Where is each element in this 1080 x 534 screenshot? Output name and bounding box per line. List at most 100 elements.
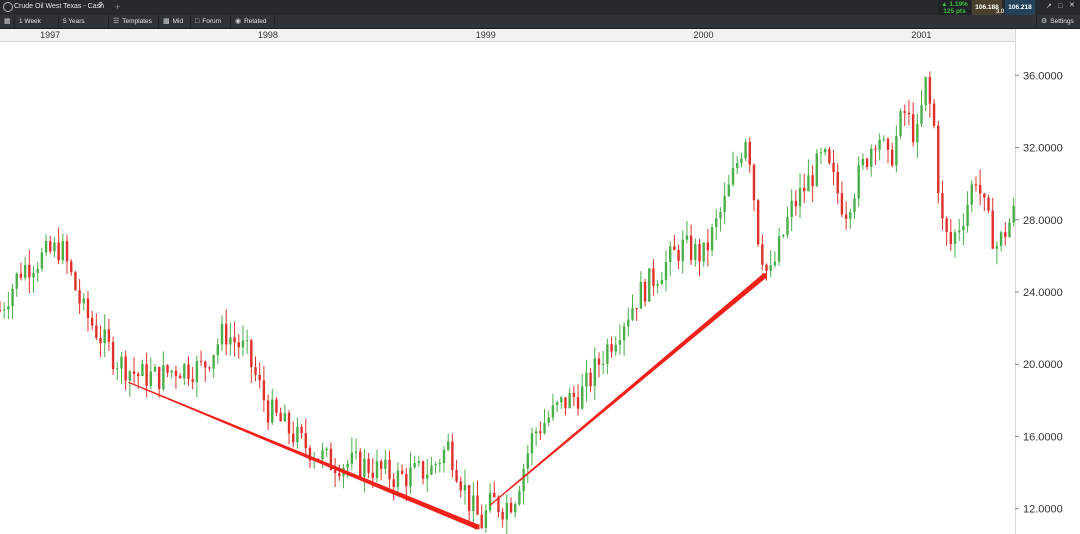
candle-body bbox=[384, 459, 387, 469]
candle-body bbox=[472, 495, 475, 512]
interval-select[interactable]: 1 Week bbox=[15, 15, 59, 28]
candle-body bbox=[995, 246, 999, 249]
candle-body bbox=[99, 337, 102, 344]
candle-body bbox=[1012, 205, 1015, 223]
candle-body bbox=[208, 367, 211, 369]
candle-body bbox=[564, 397, 567, 409]
candle-body bbox=[849, 212, 852, 219]
candle-body bbox=[107, 329, 111, 342]
candle-body bbox=[388, 459, 391, 480]
candle-body bbox=[296, 426, 299, 443]
candle-body bbox=[949, 231, 953, 244]
candle-body bbox=[44, 241, 48, 253]
chart-type-button[interactable]: ▦ bbox=[0, 15, 15, 28]
candle-body bbox=[300, 426, 303, 434]
close-icon[interactable]: ✕ bbox=[1069, 2, 1075, 9]
candle-body bbox=[430, 465, 433, 475]
candle-body bbox=[254, 367, 257, 375]
candle-body bbox=[74, 272, 77, 291]
candle-body bbox=[57, 242, 60, 261]
candle-body bbox=[258, 374, 261, 381]
candle-body bbox=[434, 464, 437, 466]
candle-body bbox=[124, 356, 127, 381]
price-axis-ticks: 36.0000 32.0000 28.0000 24.0000 20.0000 16.00… bbox=[1015, 70, 1063, 516]
candle-body bbox=[627, 319, 630, 327]
candle-body bbox=[463, 485, 467, 491]
candle-body bbox=[141, 364, 144, 377]
mid-button[interactable]: ▩ Mid bbox=[159, 15, 191, 28]
candle-body bbox=[928, 76, 932, 104]
range-select[interactable]: 5 Years bbox=[59, 15, 109, 28]
candle-body bbox=[350, 452, 354, 464]
candle-body bbox=[49, 241, 52, 252]
candle-body bbox=[610, 344, 613, 352]
spread-box: 3.0 bbox=[995, 0, 1005, 15]
candle-body bbox=[23, 264, 27, 278]
window-title-bar: Crude Oil West Texas - Cash ⚲ + ▲ 1.19% … bbox=[0, 0, 1080, 16]
candle-body bbox=[220, 323, 224, 345]
search-icon[interactable]: ⚲ bbox=[98, 2, 103, 9]
candle-body bbox=[970, 184, 973, 205]
candle-body bbox=[978, 184, 982, 194]
detach-icon[interactable]: ↗ bbox=[1046, 3, 1052, 10]
templates-icon: ☰ bbox=[113, 18, 120, 25]
candle-body bbox=[275, 399, 278, 413]
candle-body bbox=[539, 431, 542, 434]
related-button[interactable]: ◉ Related bbox=[231, 15, 275, 28]
settings-button[interactable]: ⚙ Settings bbox=[1036, 15, 1080, 28]
trendline-handle[interactable] bbox=[762, 273, 768, 279]
candle-body bbox=[945, 218, 948, 232]
year-label: 1998 bbox=[257, 30, 278, 40]
candle-body bbox=[823, 149, 827, 153]
candle-body bbox=[593, 358, 596, 387]
candle-body bbox=[878, 139, 881, 150]
forum-button[interactable]: □ Forum bbox=[191, 15, 231, 28]
candle-body bbox=[199, 360, 203, 362]
candle-body bbox=[844, 214, 848, 219]
candle-body bbox=[191, 379, 194, 383]
trendline-handle[interactable] bbox=[474, 524, 480, 530]
buy-price-button[interactable]: 106.218 bbox=[1005, 0, 1035, 15]
candle-body bbox=[338, 473, 341, 477]
candle-body bbox=[1004, 232, 1007, 237]
price-chart[interactable]: 36.0000 32.0000 28.0000 24.0000 20.0000 16.00… bbox=[0, 41, 1063, 534]
settings-label: Settings bbox=[1050, 18, 1074, 25]
candle-body bbox=[1008, 222, 1011, 237]
candle-body bbox=[589, 372, 592, 387]
candle-body bbox=[769, 265, 772, 271]
candle-body bbox=[166, 365, 169, 373]
candle-body bbox=[426, 474, 429, 479]
maximize-icon[interactable]: □ bbox=[1058, 3, 1062, 10]
add-tab-button[interactable]: + bbox=[115, 2, 120, 12]
candle-body bbox=[702, 242, 705, 262]
candle-body bbox=[941, 193, 944, 219]
candle-body bbox=[903, 111, 906, 113]
candle-body bbox=[987, 197, 990, 211]
candle-body bbox=[212, 355, 215, 369]
candle-body bbox=[731, 167, 735, 185]
candle-body bbox=[710, 227, 714, 251]
candle-body bbox=[40, 252, 44, 269]
candle-body bbox=[354, 451, 358, 453]
candle-body bbox=[484, 510, 488, 528]
candle-body bbox=[744, 141, 747, 159]
candle-body bbox=[250, 340, 253, 368]
candle-body bbox=[78, 290, 81, 304]
candle-body bbox=[467, 485, 471, 512]
candle-body bbox=[111, 341, 115, 370]
candle-body bbox=[555, 402, 559, 406]
candle-body bbox=[752, 164, 756, 201]
candle-body bbox=[907, 112, 911, 115]
trendline[interactable] bbox=[128, 381, 479, 530]
candle-body bbox=[396, 470, 400, 488]
bar-chart-icon: ▩ bbox=[163, 18, 170, 25]
candle-body bbox=[815, 153, 818, 187]
candle-body bbox=[991, 210, 994, 249]
candle-body bbox=[677, 250, 680, 261]
templates-button[interactable]: ☰ Templates bbox=[109, 15, 159, 28]
market-title[interactable]: Crude Oil West Texas - Cash bbox=[14, 3, 104, 10]
candle-body bbox=[673, 246, 676, 251]
candle-body bbox=[782, 235, 785, 237]
candle-body bbox=[534, 431, 538, 434]
candle-body bbox=[153, 367, 157, 372]
